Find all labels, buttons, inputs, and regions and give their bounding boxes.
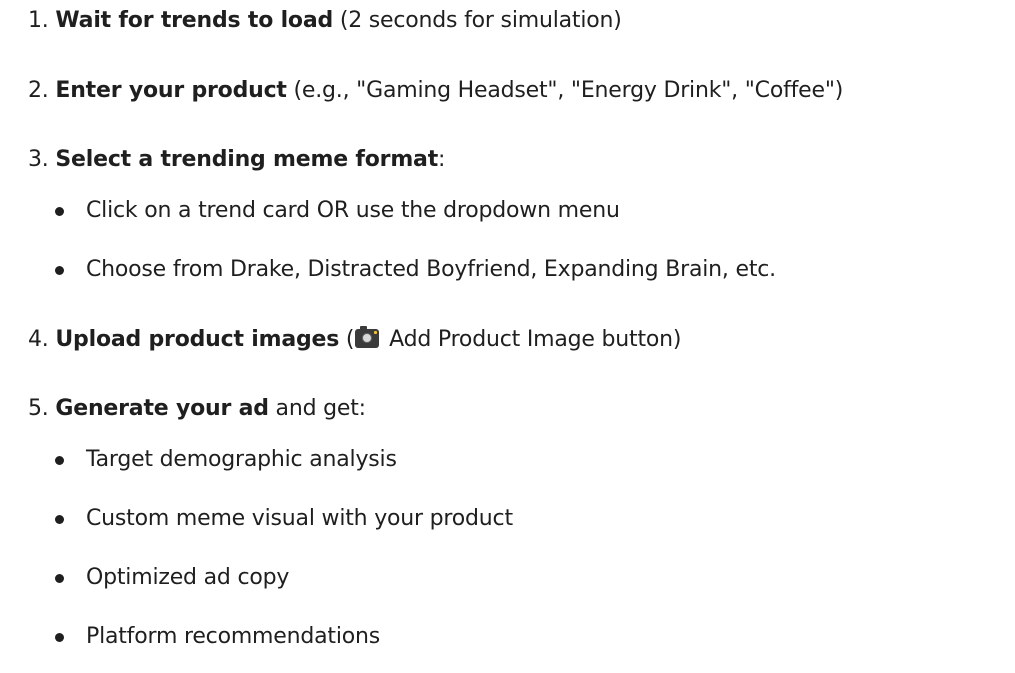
step-number: 5. (28, 396, 49, 421)
instructions-document: 1. Wait for trends to load (2 seconds fo… (0, 0, 1015, 673)
bullet-icon (55, 633, 64, 642)
step-detail: : (438, 147, 446, 172)
step-1: 1. Wait for trends to load (2 seconds fo… (28, 6, 622, 36)
step-number: 3. (28, 147, 49, 172)
list-item: Target demographic analysis (55, 445, 397, 475)
list-item-text: Target demographic analysis (86, 447, 397, 472)
step-title: Wait for trends to load (55, 8, 334, 33)
bullet-icon (55, 515, 64, 524)
list-item: Custom meme visual with your product (55, 504, 513, 534)
camera-icon (355, 326, 380, 348)
step-title: Generate your ad (55, 396, 269, 421)
list-item: Platform recommendations (55, 622, 381, 652)
bullet-icon (55, 266, 64, 275)
bullet-icon (55, 207, 64, 216)
step-number: 4. (28, 327, 49, 352)
list-item-text: Custom meme visual with your product (86, 506, 513, 531)
step-2: 2. Enter your product (e.g., "Gaming Hea… (28, 76, 843, 106)
list-item-text: Optimized ad copy (86, 565, 290, 590)
list-item: Choose from Drake, Distracted Boyfriend,… (55, 255, 776, 285)
step-detail-prefix: ( (339, 327, 355, 352)
step-number: 1. (28, 8, 49, 33)
list-item-text: Click on a trend card OR use the dropdow… (86, 198, 620, 223)
step-detail: Add Product Image button) (382, 327, 682, 352)
list-item-text: Choose from Drake, Distracted Boyfriend,… (86, 257, 776, 282)
step-3: 3. Select a trending meme format: (28, 145, 445, 175)
step-title: Select a trending meme format (55, 147, 439, 172)
step-detail: and get: (268, 396, 367, 421)
step-title: Enter your product (55, 78, 287, 103)
list-item-text: Platform recommendations (86, 624, 381, 649)
step-detail: (e.g., "Gaming Headset", "Energy Drink",… (286, 78, 844, 103)
step-detail: (2 seconds for simulation) (333, 8, 622, 33)
step-4: 4. Upload product images ( Add Product I… (28, 325, 681, 355)
list-item: Click on a trend card OR use the dropdow… (55, 196, 620, 226)
step-5: 5. Generate your ad and get: (28, 394, 366, 424)
bullet-icon (55, 456, 64, 465)
list-item: Optimized ad copy (55, 563, 290, 593)
bullet-icon (55, 574, 64, 583)
step-title: Upload product images (55, 327, 340, 352)
step-number: 2. (28, 78, 49, 103)
